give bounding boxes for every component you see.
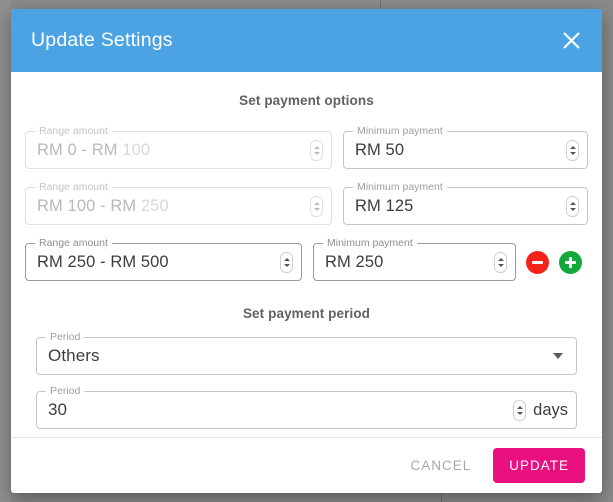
- update-settings-dialog: Update Settings Set payment options Rang…: [11, 9, 602, 493]
- stepper-down-icon: [313, 151, 320, 155]
- period-days-field[interactable]: Period 30 days: [36, 385, 577, 429]
- stepper-up-icon: [497, 257, 504, 261]
- period-days-label: Period: [46, 385, 85, 397]
- minimum-payment-field-2[interactable]: Minimum payment RM 125: [343, 181, 588, 225]
- minimum-payment-value-3: RM 250: [325, 252, 384, 271]
- range-amount-label-1: Range amount: [35, 125, 112, 137]
- stepper-down-icon: [313, 207, 320, 211]
- update-button[interactable]: UPDATE: [493, 448, 585, 483]
- dialog-body: Set payment options Range amount RM 0 - …: [11, 72, 602, 437]
- minimum-payment-stepper-1[interactable]: [566, 139, 579, 161]
- range-amount-value-1-suffix: 100: [122, 140, 151, 159]
- minimum-payment-stepper-3[interactable]: [494, 251, 507, 273]
- range-amount-stepper-2[interactable]: [310, 195, 323, 217]
- stepper-down-icon: [569, 207, 576, 211]
- dialog-titlebar: Update Settings: [11, 9, 602, 72]
- range-amount-value-2-prefix: RM 100 - RM: [37, 196, 141, 215]
- range-amount-value-2: RM 100 - RM 250: [37, 197, 306, 216]
- range-amount-value-3: RM 250 - RM 500: [37, 253, 276, 272]
- period-select-label: Period: [46, 331, 85, 343]
- stepper-up-icon: [283, 257, 290, 261]
- dialog-title: Update Settings: [31, 29, 173, 51]
- close-button[interactable]: [554, 24, 588, 58]
- range-amount-value-1: RM 0 - RM 100: [37, 141, 306, 160]
- stepper-down-icon: [283, 263, 290, 267]
- range-amount-value-2-suffix: 250: [140, 196, 169, 215]
- payment-option-row: Range amount RM 100 - RM 250 Minimum pay…: [25, 181, 588, 225]
- stepper-down-icon: [569, 151, 576, 155]
- stepper-up-icon: [516, 405, 523, 409]
- add-range-button[interactable]: [559, 250, 582, 274]
- chevron-down-icon[interactable]: [553, 353, 563, 359]
- period-select[interactable]: Period Others: [36, 331, 577, 375]
- range-amount-value-3-prefix: RM 250 - RM 500: [37, 252, 169, 271]
- payment-options-title: Set payment options: [239, 93, 374, 108]
- cancel-button[interactable]: CANCEL: [398, 449, 483, 482]
- minimum-payment-value-1: RM 50: [355, 140, 405, 159]
- period-days-value: 30: [48, 400, 68, 419]
- payment-period-block: Period Others Period 30 days: [25, 331, 588, 429]
- payment-period-title: Set payment period: [242, 306, 371, 321]
- payment-option-row: Range amount RM 250 - RM 500 Minimum pay…: [25, 237, 588, 281]
- range-amount-stepper-3[interactable]: [280, 251, 293, 273]
- close-icon: [562, 31, 581, 50]
- minimum-payment-label-3: Minimum payment: [323, 237, 417, 249]
- minimum-payment-field-3[interactable]: Minimum payment RM 250: [313, 237, 516, 281]
- remove-range-button[interactable]: [526, 250, 549, 274]
- backdrop-strip-left: [0, 0, 11, 502]
- payment-option-row: Range amount RM 0 - RM 100 Minimum payme…: [25, 125, 588, 169]
- minimum-payment-field-1[interactable]: Minimum payment RM 50: [343, 125, 588, 169]
- minimum-payment-label-2: Minimum payment: [353, 181, 447, 193]
- dialog-footer: CANCEL UPDATE: [11, 437, 602, 493]
- range-amount-label-2: Range amount: [35, 181, 112, 193]
- minimum-payment-value-2: RM 125: [355, 196, 414, 215]
- stepper-up-icon: [569, 201, 576, 205]
- stepper-up-icon: [569, 145, 576, 149]
- plus-icon-vertical: [569, 256, 572, 268]
- range-amount-value-1-prefix: RM 0 - RM: [37, 140, 123, 159]
- range-amount-label-3: Range amount: [35, 237, 112, 249]
- range-amount-field-1[interactable]: Range amount RM 0 - RM 100: [25, 125, 332, 169]
- stepper-up-icon: [313, 201, 320, 205]
- stepper-up-icon: [313, 145, 320, 149]
- stepper-down-icon: [516, 411, 523, 415]
- range-amount-field-2[interactable]: Range amount RM 100 - RM 250: [25, 181, 332, 225]
- range-amount-stepper-1[interactable]: [310, 139, 323, 161]
- backdrop-strip-top: [380, 0, 381, 8]
- period-days-stepper[interactable]: [513, 399, 527, 421]
- range-amount-field-3[interactable]: Range amount RM 250 - RM 500: [25, 237, 302, 281]
- stepper-down-icon: [497, 263, 504, 267]
- minimum-payment-label-1: Minimum payment: [353, 125, 447, 137]
- period-days-suffix: days: [533, 400, 568, 419]
- period-select-value: Others: [48, 346, 100, 365]
- minus-icon: [532, 260, 543, 264]
- minimum-payment-stepper-2[interactable]: [566, 195, 579, 217]
